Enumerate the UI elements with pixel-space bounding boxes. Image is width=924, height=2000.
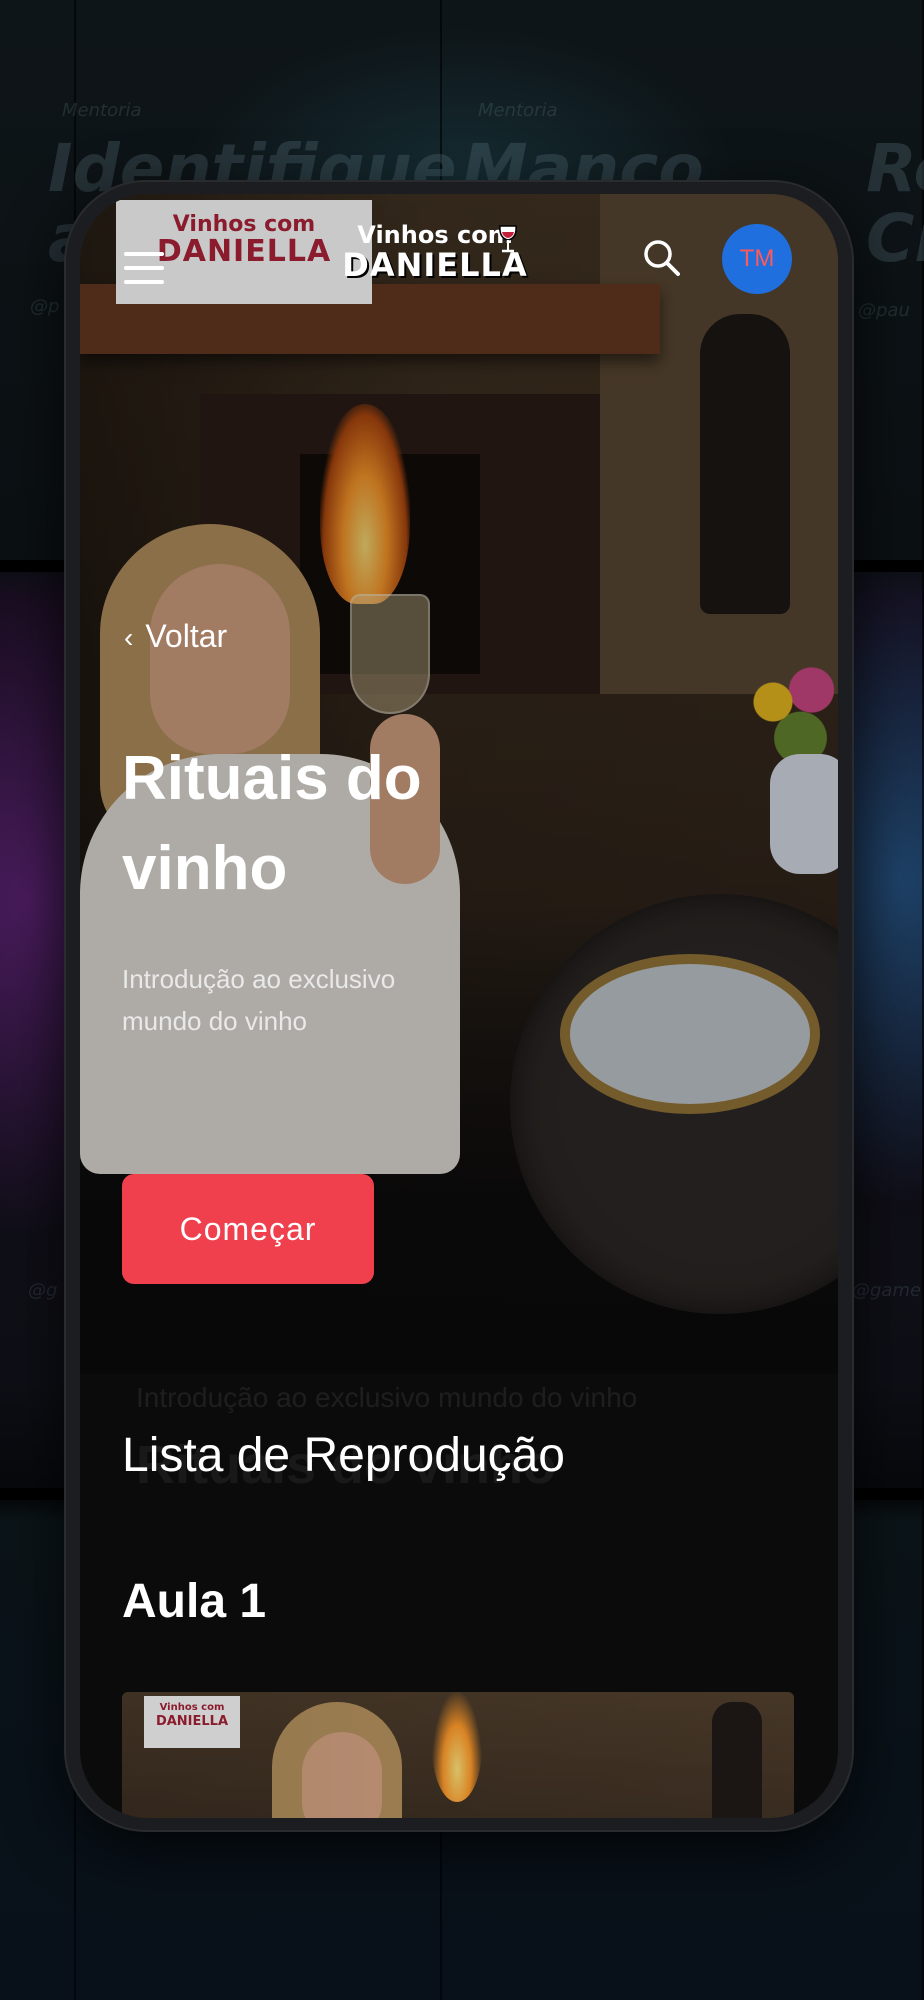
chevron-left-icon: ‹	[124, 622, 134, 653]
bg-poster-label: Mentoria	[478, 100, 558, 121]
bg-poster-handle: @g	[28, 1280, 58, 1301]
bg-poster-title: Cr	[866, 200, 924, 277]
thumb-logo-line2: DANIELLA	[155, 1714, 229, 1729]
playlist-heading: Lista de Reprodução	[122, 1429, 565, 1482]
bg-poster-handle: @game	[852, 1280, 922, 1301]
course-title: Rituais do vinho	[122, 744, 422, 903]
user-avatar[interactable]: TM	[722, 224, 792, 294]
bg-poster-handle: @p	[30, 296, 60, 317]
thumb-title: AULA 1	[122, 1810, 794, 1818]
back-label: Voltar	[145, 618, 228, 654]
bg-poster-label: Mentoria	[62, 100, 142, 121]
phone-screen: Vinhos com DANIELLA Vinhos com DANIELLA	[80, 194, 838, 1818]
bg-poster-handle: @pau	[858, 300, 910, 321]
lesson-heading: Aula 1	[122, 1575, 267, 1628]
thumb-logo-badge: Vinhos com DANIELLA	[144, 1696, 240, 1748]
search-icon[interactable]	[640, 236, 684, 280]
course-subtitle: Introdução ao exclusivo mundo do vinho	[122, 964, 396, 1036]
brand-logo[interactable]: Vinhos com DANIELLA	[325, 222, 545, 292]
thumb-logo-line1: Vinhos com	[159, 1702, 225, 1713]
menu-icon-bar	[124, 280, 164, 284]
ghost-subtitle: Introdução ao exclusivo mundo do vinho	[136, 1382, 638, 1413]
menu-icon-bar	[124, 252, 164, 256]
top-bar: Vinhos com DANIELLA Vinhos com DANIELLA	[80, 194, 838, 314]
wine-glass-icon	[499, 225, 517, 253]
start-course-button[interactable]: Começar	[122, 1174, 374, 1284]
back-button[interactable]: ‹ Voltar	[124, 618, 227, 655]
lesson-thumbnail[interactable]: Vinhos com DANIELLA AULA 1	[122, 1692, 794, 1818]
bg-poster-title: Re	[866, 130, 924, 207]
menu-icon-bar	[124, 266, 164, 270]
menu-button[interactable]	[124, 252, 166, 286]
app-background: Mentoria Identifique a @p Mentoria Manco…	[0, 0, 924, 2000]
